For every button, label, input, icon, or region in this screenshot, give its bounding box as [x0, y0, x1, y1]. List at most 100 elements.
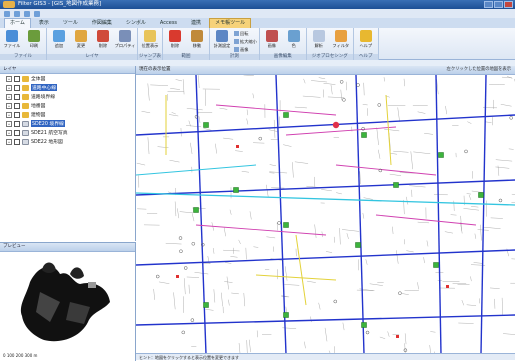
- ribbon-button-icon: [216, 30, 228, 42]
- green-facility-icon[interactable]: [284, 223, 289, 228]
- print-icon[interactable]: [34, 11, 40, 17]
- ribbon-group-0: ファイル印刷ファイル: [0, 28, 47, 60]
- ribbon-button-icon: [288, 30, 300, 42]
- layer-tree: +全体図+道路中心線+道路境界線+地番図+建物図+SDE20 境界線+SDE21…: [0, 74, 135, 146]
- expand-icon[interactable]: +: [6, 130, 12, 136]
- layer-checkbox[interactable]: [14, 139, 20, 145]
- small-button-2[interactable]: 画像: [234, 46, 257, 53]
- tab-6[interactable]: 連携: [185, 18, 207, 28]
- ribbon-button-label: ファイル: [4, 43, 21, 49]
- close-button[interactable]: [504, 1, 513, 8]
- layer-item[interactable]: + SDE20 境界線: [0, 119, 135, 128]
- tab-7[interactable]: メモ帳ツール: [209, 18, 251, 28]
- ribbon-button-icon: [335, 30, 347, 42]
- ribbon-button-label: 色: [292, 43, 296, 49]
- layer-checkbox[interactable]: [14, 94, 20, 100]
- green-facility-icon[interactable]: [284, 113, 289, 118]
- layer-checkbox[interactable]: [14, 103, 20, 109]
- ribbon-button-icon: [6, 30, 18, 42]
- preview-map-image[interactable]: [0, 252, 134, 358]
- green-facility-icon[interactable]: [284, 313, 289, 318]
- document-icon: [22, 139, 29, 145]
- folder-icon: [22, 112, 29, 118]
- ribbon-button-icon: [28, 30, 40, 42]
- tab-3[interactable]: 作図編集: [86, 18, 118, 28]
- maximize-button[interactable]: [494, 1, 503, 8]
- layer-item[interactable]: +SDE21 航空写真: [0, 128, 135, 137]
- green-facility-icon[interactable]: [356, 243, 361, 248]
- layer-checkbox[interactable]: [14, 112, 20, 118]
- title-bar: Filter GIS3 - [GIS_地図作成業務]: [0, 0, 515, 9]
- layer-checkbox[interactable]: [14, 130, 20, 136]
- tab-2[interactable]: ツール: [57, 18, 84, 28]
- green-facility-icon[interactable]: [434, 263, 439, 268]
- ribbon-button-label: プロパティ: [115, 43, 136, 49]
- map-canvas[interactable]: [136, 75, 515, 354]
- tab-4[interactable]: シンボル: [120, 18, 152, 28]
- ribbon-button-label: 印刷: [30, 43, 38, 49]
- map-header: 現在の表示位置 左クリックした位置の地図を表示: [136, 66, 515, 75]
- green-facility-icon[interactable]: [439, 153, 444, 158]
- layer-item[interactable]: + 地番図: [0, 101, 135, 110]
- green-facility-icon[interactable]: [362, 133, 367, 138]
- expand-icon[interactable]: +: [6, 121, 12, 127]
- folder-icon: [22, 94, 29, 100]
- ribbon-button-label: 削除: [171, 43, 179, 49]
- folder-icon: [22, 103, 29, 109]
- small-button-1[interactable]: 拡大縮小: [234, 38, 257, 45]
- map-hint: 左クリックした位置の地図を表示: [447, 66, 511, 74]
- tab-5[interactable]: Access: [154, 18, 183, 28]
- expand-icon[interactable]: +: [6, 112, 12, 118]
- layer-checkbox[interactable]: [14, 121, 20, 127]
- ribbon-button-icon: [53, 30, 65, 42]
- tab-1[interactable]: 表示: [33, 18, 55, 28]
- expand-icon[interactable]: +: [6, 85, 12, 91]
- layer-item[interactable]: +道路中心線: [0, 83, 135, 92]
- layer-panel-title: レイヤ: [0, 66, 135, 74]
- app-logo-icon: [3, 1, 15, 8]
- green-facility-icon[interactable]: [394, 183, 399, 188]
- undo-icon[interactable]: [14, 11, 20, 17]
- minimize-button[interactable]: [484, 1, 493, 8]
- layer-item[interactable]: + SDE22 地形図: [0, 137, 135, 146]
- expand-icon[interactable]: +: [6, 94, 12, 100]
- ribbon-button-label: 計測設定: [214, 43, 231, 49]
- green-facility-icon[interactable]: [204, 123, 209, 128]
- ribbon-group-6: 解析フィルタジオプロセシング: [307, 28, 354, 60]
- layer-item[interactable]: +建物図: [0, 110, 135, 119]
- layer-item[interactable]: +全体図: [0, 74, 135, 83]
- green-facility-icon[interactable]: [234, 188, 239, 193]
- layer-item[interactable]: + 道路境界線: [0, 92, 135, 101]
- layer-label: 道路境界線: [31, 93, 55, 100]
- small-button-0[interactable]: 回転: [234, 30, 257, 37]
- redo-icon[interactable]: [24, 11, 30, 17]
- green-facility-icon[interactable]: [362, 323, 367, 328]
- layer-checkbox[interactable]: [14, 85, 20, 91]
- status-bar: ヒント：地図をクリックすると表示位置を変更できます: [136, 353, 515, 360]
- ribbon-button-label: 削除: [99, 43, 107, 49]
- ribbon-button-icon: [360, 30, 372, 42]
- green-facility-icon[interactable]: [194, 208, 199, 213]
- preview-title: プレビュー: [0, 243, 135, 252]
- expand-icon[interactable]: +: [6, 103, 12, 109]
- layer-label: SDE20 境界線: [31, 120, 65, 127]
- ribbon-button-label: 変更: [77, 43, 85, 49]
- ribbon-tabs: ホーム表示ツール作図編集シンボルAccess連携メモ帳ツール: [0, 18, 515, 28]
- ribbon-group-5: 画像色画像編集: [260, 28, 307, 60]
- location-pin-icon[interactable]: [333, 122, 339, 128]
- ribbon-button-label: 解析: [315, 43, 323, 49]
- ribbon-button-icon: [169, 30, 181, 42]
- map-view[interactable]: 現在の表示位置 左クリックした位置の地図を表示: [136, 66, 515, 360]
- layer-label: 地番図: [31, 102, 45, 109]
- document-icon: [22, 121, 29, 127]
- layer-checkbox[interactable]: [14, 76, 20, 82]
- red-marker: [236, 145, 239, 148]
- green-facility-icon[interactable]: [479, 193, 484, 198]
- green-facility-icon[interactable]: [204, 303, 209, 308]
- expand-icon[interactable]: +: [6, 76, 12, 82]
- layer-label: SDE22 地形図: [31, 138, 63, 145]
- scale-bar: 0 100 200 300 m: [3, 353, 37, 358]
- save-icon[interactable]: [4, 11, 10, 17]
- tab-0[interactable]: ホーム: [4, 18, 31, 28]
- expand-icon[interactable]: +: [6, 139, 12, 145]
